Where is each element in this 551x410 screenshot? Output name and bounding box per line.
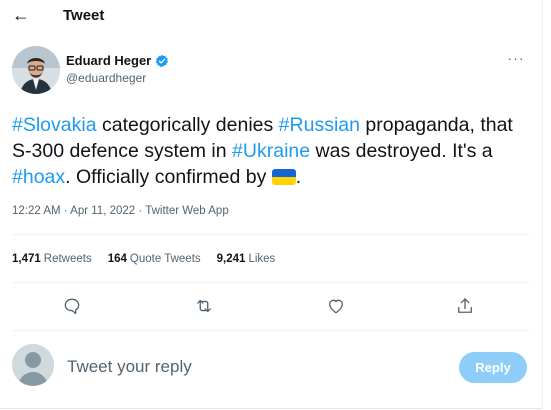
reply-button[interactable]: Reply (459, 352, 527, 383)
tweet-text-segment: was destroyed. It's a (310, 140, 493, 162)
hashtag-link[interactable]: #Ukraine (232, 140, 310, 162)
retweet-icon[interactable] (192, 294, 216, 318)
arrow-left-icon[interactable]: ← (10, 4, 32, 26)
likes-label: Likes (248, 253, 276, 265)
tweet-text: #Slovakia categorically denies #Russian … (12, 112, 532, 190)
quote-tweets-count: 164 (107, 253, 127, 265)
retweets-label: Retweets (43, 253, 92, 265)
tweet-timestamp[interactable]: 12:22 AM · Apr 11, 2022 · Twitter Web Ap… (12, 205, 229, 217)
retweets-count: 1,471 (12, 253, 41, 265)
page-title: Tweet (63, 7, 105, 24)
more-horizontal-icon[interactable]: ··· (506, 51, 526, 66)
likes-count: 9,241 (216, 253, 246, 265)
user-avatar[interactable] (12, 344, 54, 386)
author-avatar[interactable] (12, 46, 60, 94)
ukraine-flag-emoji (271, 169, 296, 185)
tweet-text-segment: . Officially confirmed by (65, 166, 272, 188)
avatar-photo (12, 46, 60, 94)
hashtag-link[interactable]: #hoax (12, 166, 65, 188)
retweets-stat[interactable]: 1,471 Retweets (12, 253, 92, 265)
share-icon[interactable] (453, 294, 477, 318)
likes-stat[interactable]: 9,241 Likes (217, 253, 276, 265)
tweet-page: ← Tweet Eduard Heger @eduardheger ··· #S… (0, 0, 543, 409)
tweet-actions (0, 290, 542, 322)
page-header: ← Tweet (0, 0, 542, 34)
tweet-text-segment: . (295, 166, 302, 188)
like-icon[interactable] (324, 294, 348, 318)
divider (12, 282, 530, 283)
author-name-row[interactable]: Eduard Heger (66, 53, 169, 68)
default-avatar-icon (12, 344, 54, 386)
divider (12, 234, 530, 235)
hashtag-link[interactable]: #Slovakia (12, 114, 97, 136)
divider (12, 330, 530, 331)
reply-input[interactable] (67, 355, 437, 379)
reply-icon[interactable] (60, 294, 84, 318)
author-name[interactable]: Eduard Heger (66, 53, 151, 68)
tweet-text-segment: categorically denies (96, 114, 279, 136)
engagement-stats: 1,471 Retweets 164 Quote Tweets 9,241 Likes (12, 253, 275, 265)
quote-tweets-stat[interactable]: 164 Quote Tweets (108, 253, 201, 265)
quote-tweets-label: Quote Tweets (129, 253, 201, 265)
verified-badge-icon (155, 54, 169, 68)
hashtag-link[interactable]: #Russian (279, 114, 360, 136)
author-handle[interactable]: @eduardheger (66, 71, 146, 85)
